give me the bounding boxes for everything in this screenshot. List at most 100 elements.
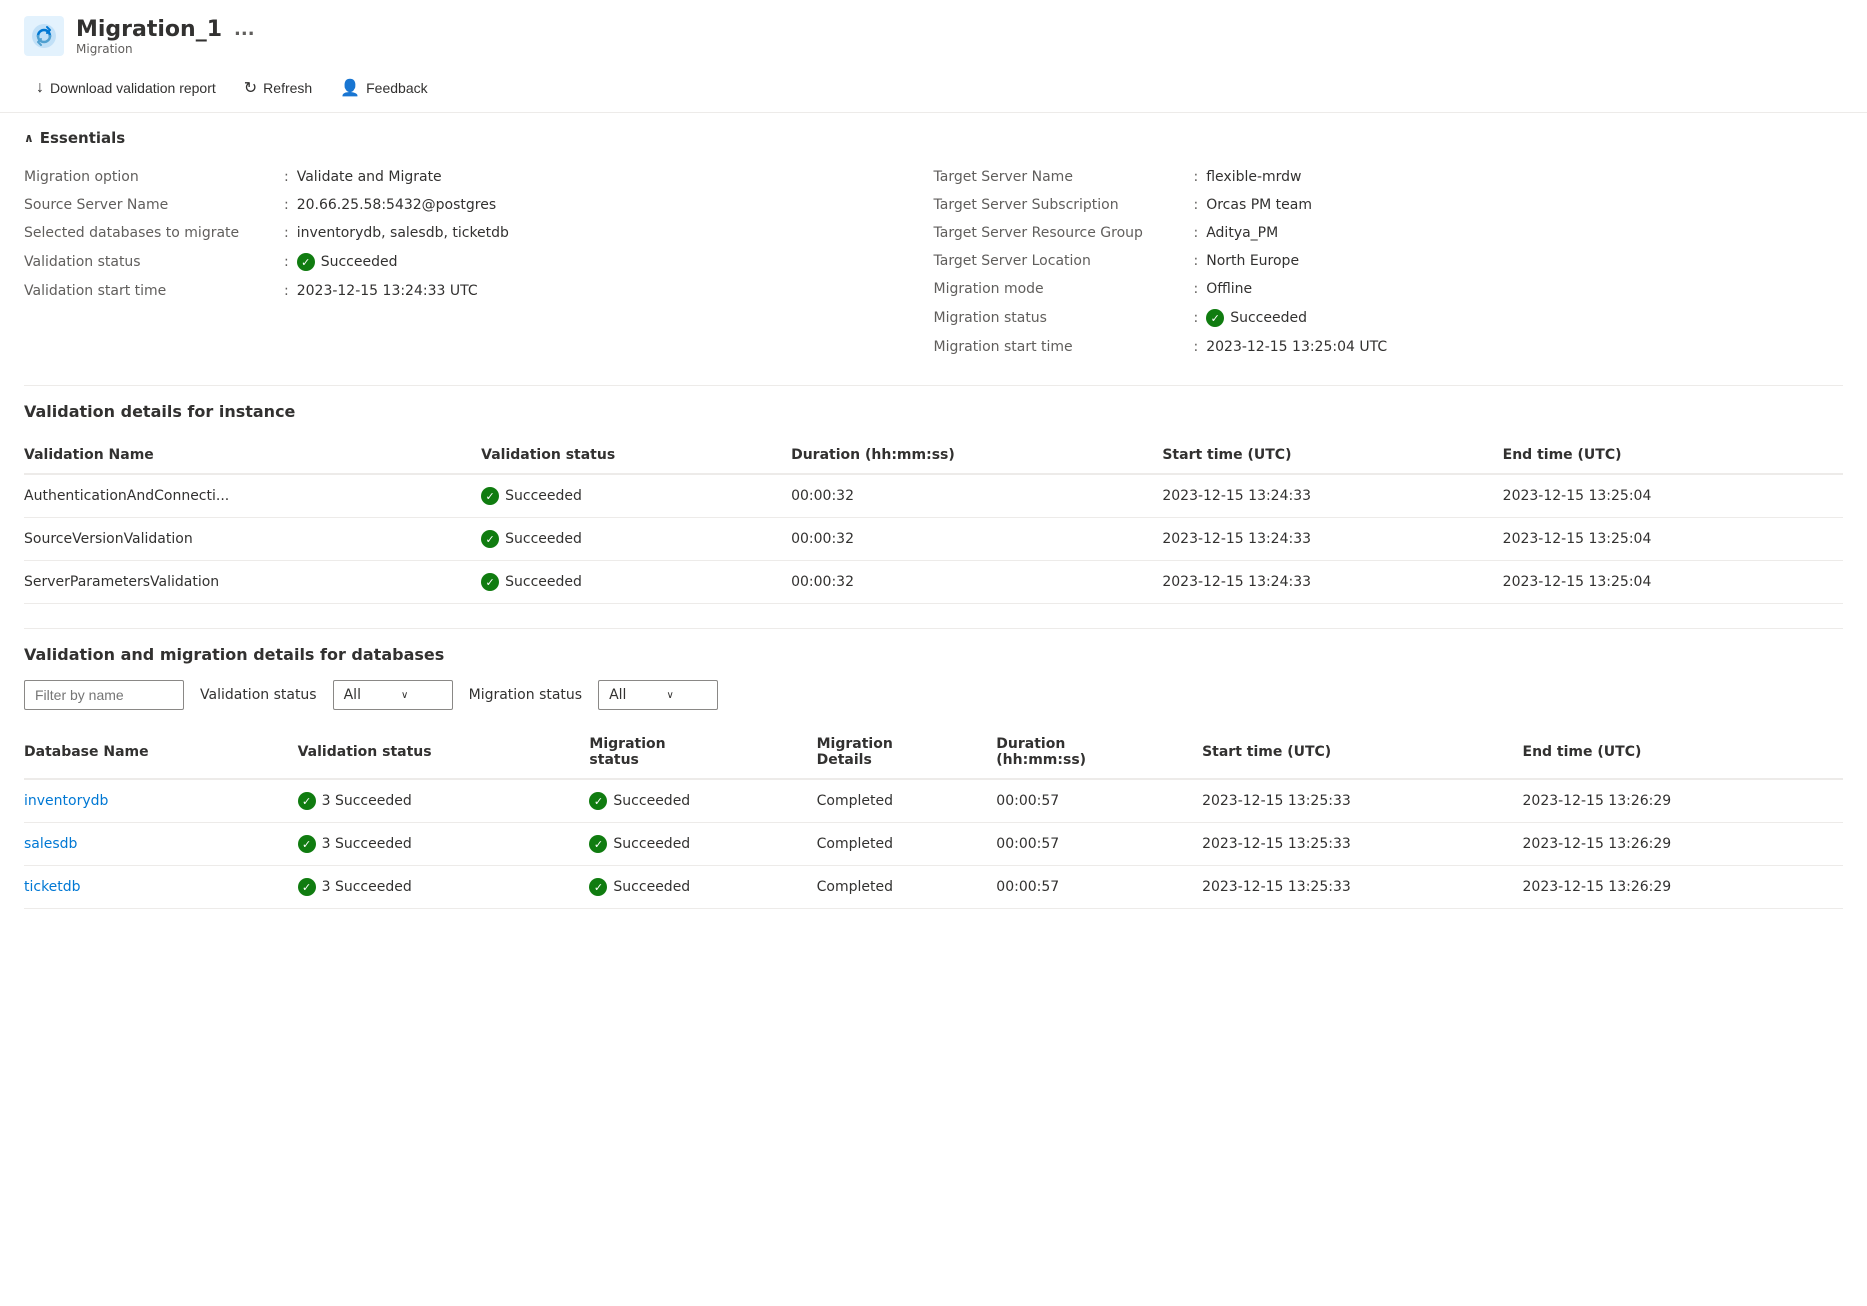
cell-db-name[interactable]: salesdb — [24, 823, 298, 866]
cell-db-validation-status: ✓ 3 Succeeded — [298, 823, 590, 866]
label-migration-option: Migration option — [24, 169, 284, 185]
refresh-icon: ↻ — [244, 78, 257, 98]
migration-icon — [24, 16, 64, 56]
essentials-header: ∧ Essentials — [24, 129, 1843, 147]
essentials-row: Migration option : Validate and Migrate — [24, 163, 934, 191]
feedback-button[interactable]: 👤 Feedback — [328, 72, 439, 104]
validation-status-filter-label: Validation status — [200, 687, 317, 703]
validation-db-title: Validation and migration details for dat… — [24, 645, 1843, 664]
validation-instance-table: Validation Name Validation status Durati… — [24, 437, 1843, 604]
cell-duration: 00:00:32 — [791, 518, 1162, 561]
validation-status-dropdown[interactable]: All ∨ — [333, 680, 453, 710]
value-source-server: 20.66.25.58:5432@postgres — [297, 197, 496, 213]
essentials-row: Migration mode : Offline — [934, 275, 1844, 303]
table-row: inventorydb ✓ 3 Succeeded ✓ Succeeded Co… — [24, 779, 1843, 823]
essentials-row: Validation status : ✓ Succeeded — [24, 247, 934, 277]
value-target-resource-group: Aditya_PM — [1206, 225, 1278, 241]
value-target-server: flexible-mrdw — [1206, 169, 1301, 185]
succeeded-icon: ✓ — [297, 253, 315, 271]
validation-instance-tbody: AuthenticationAndConnecti... ✓ Succeeded… — [24, 474, 1843, 604]
db-link[interactable]: salesdb — [24, 836, 77, 852]
filter-row: Validation status All ∨ Migration status… — [24, 680, 1843, 710]
label-target-location: Target Server Location — [934, 253, 1194, 269]
cell-validation-status: ✓ Succeeded — [481, 561, 791, 604]
cell-duration: 00:00:32 — [791, 474, 1162, 518]
value-validation-status: ✓ Succeeded — [297, 253, 398, 271]
essentials-row: Selected databases to migrate : inventor… — [24, 219, 934, 247]
filter-by-name-input[interactable] — [24, 680, 184, 710]
essentials-left: Migration option : Validate and Migrate … — [24, 163, 934, 361]
validation-instance-thead: Validation Name Validation status Durati… — [24, 437, 1843, 474]
col-db-validation-status: Validation status — [298, 726, 590, 779]
essentials-row: Target Server Location : North Europe — [934, 247, 1844, 275]
essentials-row: Target Server Resource Group : Aditya_PM — [934, 219, 1844, 247]
validation-instance-title: Validation details for instance — [24, 402, 1843, 421]
cell-db-migration-details: Completed — [817, 779, 997, 823]
col-db-start-time: Start time (UTC) — [1202, 726, 1522, 779]
succeeded-icon: ✓ — [589, 835, 607, 853]
divider-2 — [24, 628, 1843, 629]
cell-db-start-time: 2023-12-15 13:25:33 — [1202, 779, 1522, 823]
table-row: salesdb ✓ 3 Succeeded ✓ Succeeded Comple… — [24, 823, 1843, 866]
cell-start-time: 2023-12-15 13:24:33 — [1162, 561, 1502, 604]
col-db-name: Database Name — [24, 726, 298, 779]
succeeded-icon: ✓ — [589, 792, 607, 810]
cell-db-duration: 00:00:57 — [996, 779, 1202, 823]
cell-db-duration: 00:00:57 — [996, 866, 1202, 909]
label-target-subscription: Target Server Subscription — [934, 197, 1194, 213]
cell-db-duration: 00:00:57 — [996, 823, 1202, 866]
cell-end-time: 2023-12-15 13:25:04 — [1503, 474, 1843, 518]
table-row: ticketdb ✓ 3 Succeeded ✓ Succeeded Compl… — [24, 866, 1843, 909]
cell-duration: 00:00:32 — [791, 561, 1162, 604]
migration-status-value: All — [609, 687, 626, 703]
label-selected-databases: Selected databases to migrate — [24, 225, 284, 241]
page-subtitle: Migration — [76, 42, 259, 56]
table-header-row: Validation Name Validation status Durati… — [24, 437, 1843, 474]
refresh-button[interactable]: ↻ Refresh — [232, 72, 324, 104]
succeeded-icon: ✓ — [298, 878, 316, 896]
col-validation-status: Validation status — [481, 437, 791, 474]
col-db-migration-details: MigrationDetails — [817, 726, 997, 779]
download-report-button[interactable]: ↓ Download validation report — [24, 73, 228, 103]
succeeded-icon: ✓ — [298, 835, 316, 853]
cell-start-time: 2023-12-15 13:24:33 — [1162, 474, 1502, 518]
label-target-server: Target Server Name — [934, 169, 1194, 185]
toolbar: ↓ Download validation report ↻ Refresh 👤… — [0, 64, 1867, 113]
cell-db-name[interactable]: inventorydb — [24, 779, 298, 823]
chevron-down-icon-2: ∨ — [666, 690, 673, 701]
value-validation-start: 2023-12-15 13:24:33 UTC — [297, 283, 478, 299]
cell-start-time: 2023-12-15 13:24:33 — [1162, 518, 1502, 561]
essentials-chevron[interactable]: ∧ — [24, 131, 34, 145]
col-db-migration-status: Migrationstatus — [589, 726, 816, 779]
cell-db-name[interactable]: ticketdb — [24, 866, 298, 909]
migration-status-dropdown[interactable]: All ∨ — [598, 680, 718, 710]
cell-db-migration-status: ✓ Succeeded — [589, 779, 816, 823]
succeeded-icon: ✓ — [481, 573, 499, 591]
cell-db-end-time: 2023-12-15 13:26:29 — [1523, 866, 1844, 909]
cell-validation-status: ✓ Succeeded — [481, 518, 791, 561]
label-source-server: Source Server Name — [24, 197, 284, 213]
title-group: Migration_1 ... Migration — [76, 17, 259, 56]
table-row: AuthenticationAndConnecti... ✓ Succeeded… — [24, 474, 1843, 518]
db-link[interactable]: ticketdb — [24, 879, 81, 895]
cell-validation-name: ServerParametersValidation — [24, 561, 481, 604]
download-label: Download validation report — [50, 80, 216, 96]
cell-validation-status: ✓ Succeeded — [481, 474, 791, 518]
cell-db-migration-details: Completed — [817, 866, 997, 909]
migration-status-filter-label: Migration status — [469, 687, 582, 703]
table-row: SourceVersionValidation ✓ Succeeded 00:0… — [24, 518, 1843, 561]
cell-end-time: 2023-12-15 13:25:04 — [1503, 561, 1843, 604]
value-target-location: North Europe — [1206, 253, 1299, 269]
feedback-icon: 👤 — [340, 78, 360, 98]
label-validation-status: Validation status — [24, 254, 284, 270]
page-title: Migration_1 ... — [76, 17, 259, 42]
label-target-resource-group: Target Server Resource Group — [934, 225, 1194, 241]
more-options-button[interactable]: ... — [230, 19, 259, 40]
essentials-grid: Migration option : Validate and Migrate … — [24, 163, 1843, 361]
essentials-row: Source Server Name : 20.66.25.58:5432@po… — [24, 191, 934, 219]
label-migration-status: Migration status — [934, 310, 1194, 326]
chevron-down-icon: ∨ — [401, 690, 408, 701]
essentials-title: Essentials — [40, 129, 125, 147]
db-link[interactable]: inventorydb — [24, 793, 108, 809]
validation-db-table: Database Name Validation status Migratio… — [24, 726, 1843, 909]
